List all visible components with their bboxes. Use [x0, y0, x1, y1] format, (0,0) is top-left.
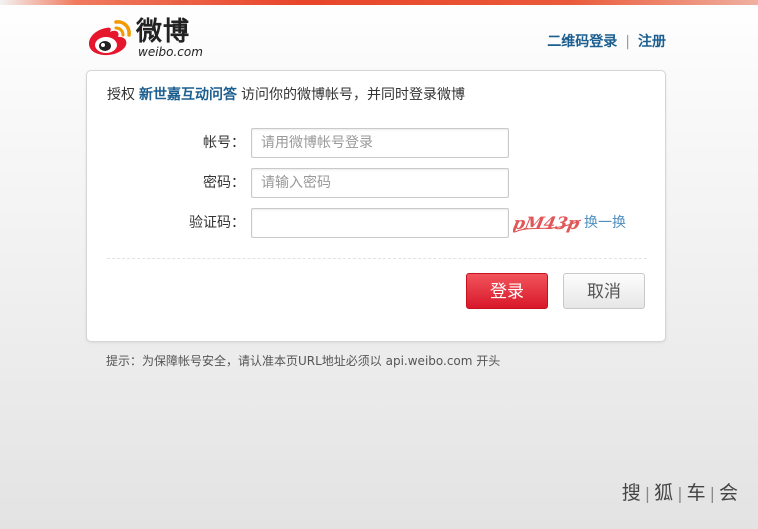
auth-panel: 授权新世嘉互动问答访问你的微博帐号，并同时登录微博 帐号： 密码： 验证码： p…	[86, 70, 666, 342]
top-accent-bar	[0, 0, 758, 5]
password-label: 密码：	[203, 175, 245, 191]
logo-text-en: weibo.com	[138, 45, 203, 59]
captcha-image[interactable]: pM43p	[513, 210, 583, 236]
login-button[interactable]: 登录	[466, 273, 548, 309]
logo-text-cn: 微博	[136, 17, 191, 47]
link-separator: |	[625, 34, 630, 50]
captcha-text: pM43p	[513, 214, 581, 234]
watermark-char: 会	[718, 482, 740, 504]
account-input[interactable]	[251, 128, 509, 158]
captcha-label: 验证码：	[189, 215, 245, 231]
account-label: 帐号：	[203, 135, 245, 151]
weibo-eye-icon	[88, 20, 131, 56]
captcha-row: 验证码： pM43p 换一换	[87, 208, 665, 238]
security-hint: 提示：为保障帐号安全，请认准本页URL地址必须以 api.weibo.com 开…	[106, 354, 501, 368]
cancel-button[interactable]: 取消	[563, 273, 645, 309]
top-links: 二维码登录 | 注册	[547, 33, 666, 51]
password-row: 密码：	[87, 168, 665, 198]
auth-prefix: 授权	[107, 87, 135, 103]
qrcode-login-link[interactable]: 二维码登录	[547, 34, 617, 50]
watermark-char: 搜	[621, 482, 643, 504]
app-name-link[interactable]: 新世嘉互动问答	[139, 87, 237, 103]
captcha-input[interactable]	[251, 208, 509, 238]
form-divider	[107, 258, 647, 259]
account-row: 帐号：	[87, 128, 665, 158]
auth-suffix: 访问你的微博帐号，并同时登录微博	[241, 87, 465, 103]
weibo-logo[interactable]: 微博 weibo.com	[86, 14, 216, 60]
watermark-char: 车	[686, 482, 708, 504]
refresh-captcha-link[interactable]: 换一换	[584, 208, 626, 238]
register-link[interactable]: 注册	[638, 34, 666, 50]
auth-description: 授权 新世嘉互动问答 访问你的微博帐号，并同时登录微博	[107, 85, 465, 105]
watermark-char: 狐	[654, 482, 676, 504]
password-input[interactable]	[251, 168, 509, 198]
sohu-watermark: 搜 | 狐 | 车 | 会	[621, 482, 740, 504]
